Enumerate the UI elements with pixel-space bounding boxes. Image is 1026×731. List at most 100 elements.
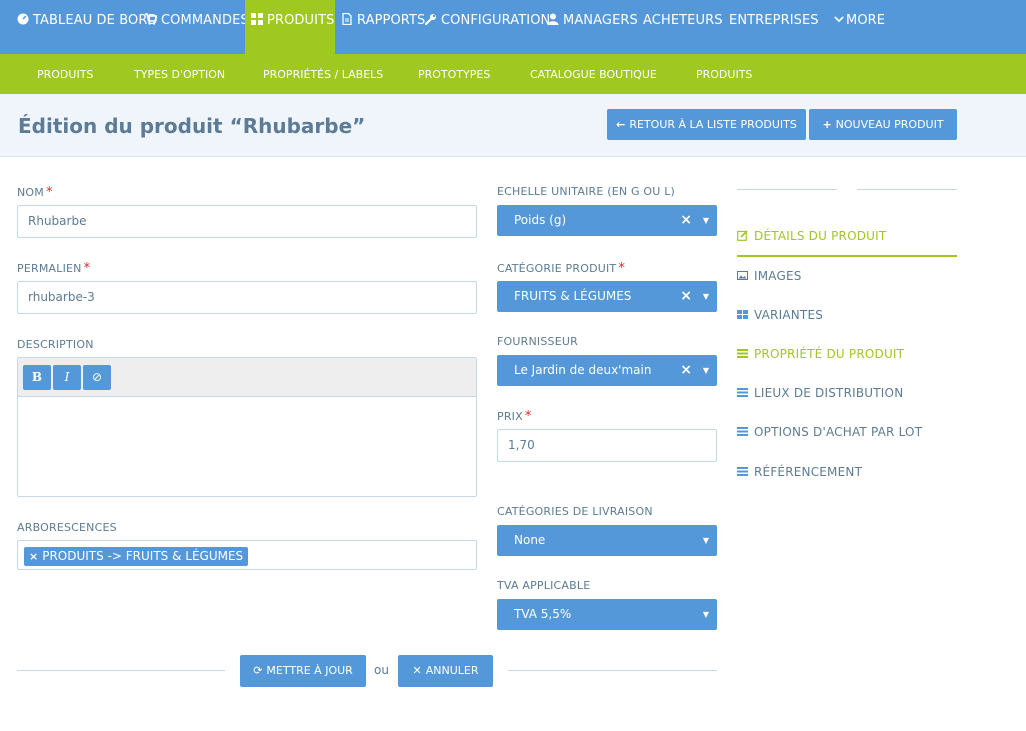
editor-toolbar: B I ⊘ bbox=[18, 358, 476, 397]
subnav-shop-catalog[interactable]: CATALOGUE BOUTIQUE bbox=[530, 68, 657, 81]
sidebar-divider-2 bbox=[857, 189, 957, 190]
sidebar-item-label: OPTIONS D'ACHAT PAR LOT bbox=[754, 425, 923, 439]
update-button[interactable]: ⟳ METTRE À JOUR bbox=[240, 655, 366, 687]
clear-icon[interactable]: × bbox=[680, 281, 692, 312]
remove-tag-icon[interactable]: × bbox=[29, 550, 38, 563]
dropdown-arrow-icon: ▼ bbox=[702, 366, 709, 375]
clear-icon[interactable]: × bbox=[680, 355, 692, 386]
nav-buyers[interactable]: ACHETEURS bbox=[643, 0, 723, 54]
unit-scale-select[interactable]: Poids (g) × ▼ bbox=[497, 205, 717, 236]
name-field[interactable]: Rhubarbe bbox=[17, 205, 477, 238]
wrench-icon bbox=[425, 14, 436, 25]
nav-more[interactable]: MORE bbox=[834, 0, 885, 54]
sidebar-item-label: IMAGES bbox=[754, 269, 802, 283]
new-product-button[interactable]: + NOUVEAU PRODUIT bbox=[809, 109, 957, 140]
nav-products[interactable]: PRODUITS bbox=[245, 0, 335, 54]
nav-configuration-label: CONFIGURATION bbox=[441, 13, 551, 28]
italic-button[interactable]: I bbox=[53, 365, 81, 390]
dropdown-arrow-icon: ▼ bbox=[702, 536, 709, 545]
list-icon bbox=[737, 467, 748, 476]
sidebar-item-label: VARIANTES bbox=[754, 308, 824, 322]
cart-icon bbox=[145, 13, 157, 25]
grid-icon bbox=[251, 13, 263, 25]
sidebar-item-label: DÉTAILS DU PRODUIT bbox=[754, 229, 887, 243]
nav-configuration[interactable]: CONFIGURATION bbox=[425, 0, 550, 54]
sidebar-item-images[interactable]: IMAGES bbox=[737, 269, 802, 283]
nav-products-label: PRODUITS bbox=[267, 13, 335, 28]
cancel-button-label: ANNULER bbox=[425, 664, 479, 677]
nav-orders[interactable]: COMMANDES bbox=[145, 0, 249, 54]
close-icon: ✕ bbox=[412, 664, 422, 677]
bold-button[interactable]: B bbox=[23, 365, 51, 390]
nav-buyers-label: ACHETEURS bbox=[643, 13, 723, 28]
price-field[interactable]: 1,70 bbox=[497, 429, 717, 462]
dropdown-arrow-icon: ▼ bbox=[702, 216, 709, 225]
subnav-products-2[interactable]: PRODUITS bbox=[696, 68, 752, 81]
taxons-field[interactable]: × PRODUITS -> FRUITS & LÉGUMES bbox=[17, 540, 477, 570]
sidebar-item-distribution[interactable]: LIEUX DE DISTRIBUTION bbox=[737, 386, 903, 400]
taxon-tag-label: PRODUITS -> FRUITS & LÉGUMES bbox=[42, 549, 244, 563]
back-to-list-label: RETOUR À LA LISTE PRODUITS bbox=[629, 118, 797, 131]
taxon-tag: × PRODUITS -> FRUITS & LÉGUMES bbox=[24, 547, 249, 566]
nav-companies[interactable]: ENTREPRISES bbox=[729, 0, 819, 54]
supplier-value: Le Jardin de deux'main bbox=[514, 363, 652, 377]
nav-reports[interactable]: RAPPORTS bbox=[341, 0, 425, 54]
description-editor: B I ⊘ bbox=[17, 357, 477, 497]
required-mark: * bbox=[618, 261, 626, 276]
subnav-prototypes[interactable]: PROTOTYPES bbox=[418, 68, 490, 81]
required-mark: * bbox=[45, 185, 53, 200]
category-label-text: CATÉGORIE PRODUIT bbox=[497, 262, 617, 275]
nav-managers-label: MANAGERS bbox=[563, 13, 638, 28]
back-to-list-button[interactable]: ← RETOUR À LA LISTE PRODUITS bbox=[607, 109, 806, 140]
sidebar-item-label: LIEUX DE DISTRIBUTION bbox=[754, 386, 904, 400]
permalink-label-text: PERMALIEN bbox=[17, 262, 82, 275]
category-select[interactable]: FRUITS & LÉGUMES × ▼ bbox=[497, 281, 717, 312]
price-label-text: PRIX bbox=[497, 410, 523, 423]
clear-format-button[interactable]: ⊘ bbox=[83, 365, 111, 390]
active-underline bbox=[737, 255, 957, 257]
shipping-select[interactable]: None ▼ bbox=[497, 525, 717, 556]
dashboard-icon bbox=[17, 13, 29, 25]
description-textarea[interactable] bbox=[18, 397, 476, 496]
cancel-button[interactable]: ✕ ANNULER bbox=[398, 655, 493, 687]
shipping-value: None bbox=[514, 533, 546, 547]
tax-label: TVA APPLICABLE bbox=[497, 579, 591, 592]
sidebar-item-label: RÉFÉRENCEMENT bbox=[754, 465, 863, 479]
subnav-properties[interactable]: PROPRIÉTÉS / LABELS bbox=[263, 68, 383, 81]
new-product-label: NOUVEAU PRODUIT bbox=[835, 118, 944, 131]
subnav-products[interactable]: PRODUITS bbox=[37, 68, 93, 81]
list-icon bbox=[737, 427, 748, 436]
top-navigation: TABLEAU DE BORD COMMANDES PRODUITS RAPPO… bbox=[0, 0, 1026, 54]
sidebar-item-product-property[interactable]: PROPRIÉTÉ DU PRODUIT bbox=[737, 347, 904, 361]
clear-icon[interactable]: × bbox=[680, 205, 692, 236]
nav-dashboard[interactable]: TABLEAU DE BORD bbox=[17, 0, 158, 54]
supplier-select[interactable]: Le Jardin de deux'main × ▼ bbox=[497, 355, 717, 386]
subnav-option-types[interactable]: TYPES D'OPTION bbox=[134, 68, 225, 81]
page-header: Édition du produit “Rhubarbe” ← RETOUR À … bbox=[0, 94, 1026, 157]
divider-right bbox=[508, 670, 717, 671]
sidebar-item-product-details[interactable]: DÉTAILS DU PRODUIT bbox=[737, 229, 886, 243]
taxons-label: ARBORESCENCES bbox=[17, 521, 117, 534]
user-icon bbox=[547, 13, 559, 25]
edit-icon bbox=[737, 230, 748, 241]
category-value: FRUITS & LÉGUMES bbox=[514, 289, 632, 303]
nav-managers[interactable]: MANAGERS bbox=[547, 0, 638, 54]
required-mark: * bbox=[524, 409, 532, 424]
supplier-label: FOURNISSEUR bbox=[497, 335, 578, 348]
sub-navigation: PRODUITS TYPES D'OPTION PROPRIÉTÉS / LAB… bbox=[0, 54, 1026, 102]
nav-reports-label: RAPPORTS bbox=[357, 13, 426, 28]
name-label-text: NOM bbox=[17, 186, 44, 199]
sidebar-item-bulk-options[interactable]: OPTIONS D'ACHAT PAR LOT bbox=[737, 425, 922, 439]
sidebar-item-seo[interactable]: RÉFÉRENCEMENT bbox=[737, 465, 862, 479]
list-icon bbox=[737, 388, 748, 397]
update-button-label: METTRE À JOUR bbox=[266, 664, 353, 677]
dropdown-arrow-icon: ▼ bbox=[702, 292, 709, 301]
permalink-field[interactable]: rhubarbe-3 bbox=[17, 281, 477, 314]
image-icon bbox=[737, 271, 748, 280]
nav-more-label: MORE bbox=[846, 13, 886, 28]
tax-select[interactable]: TVA 5,5% ▼ bbox=[497, 599, 717, 630]
sidebar-item-variants[interactable]: VARIANTES bbox=[737, 308, 823, 322]
chevron-down-icon bbox=[834, 16, 844, 23]
sidebar-item-label: PROPRIÉTÉ DU PRODUIT bbox=[754, 347, 905, 361]
sidebar-divider-1 bbox=[737, 189, 837, 190]
